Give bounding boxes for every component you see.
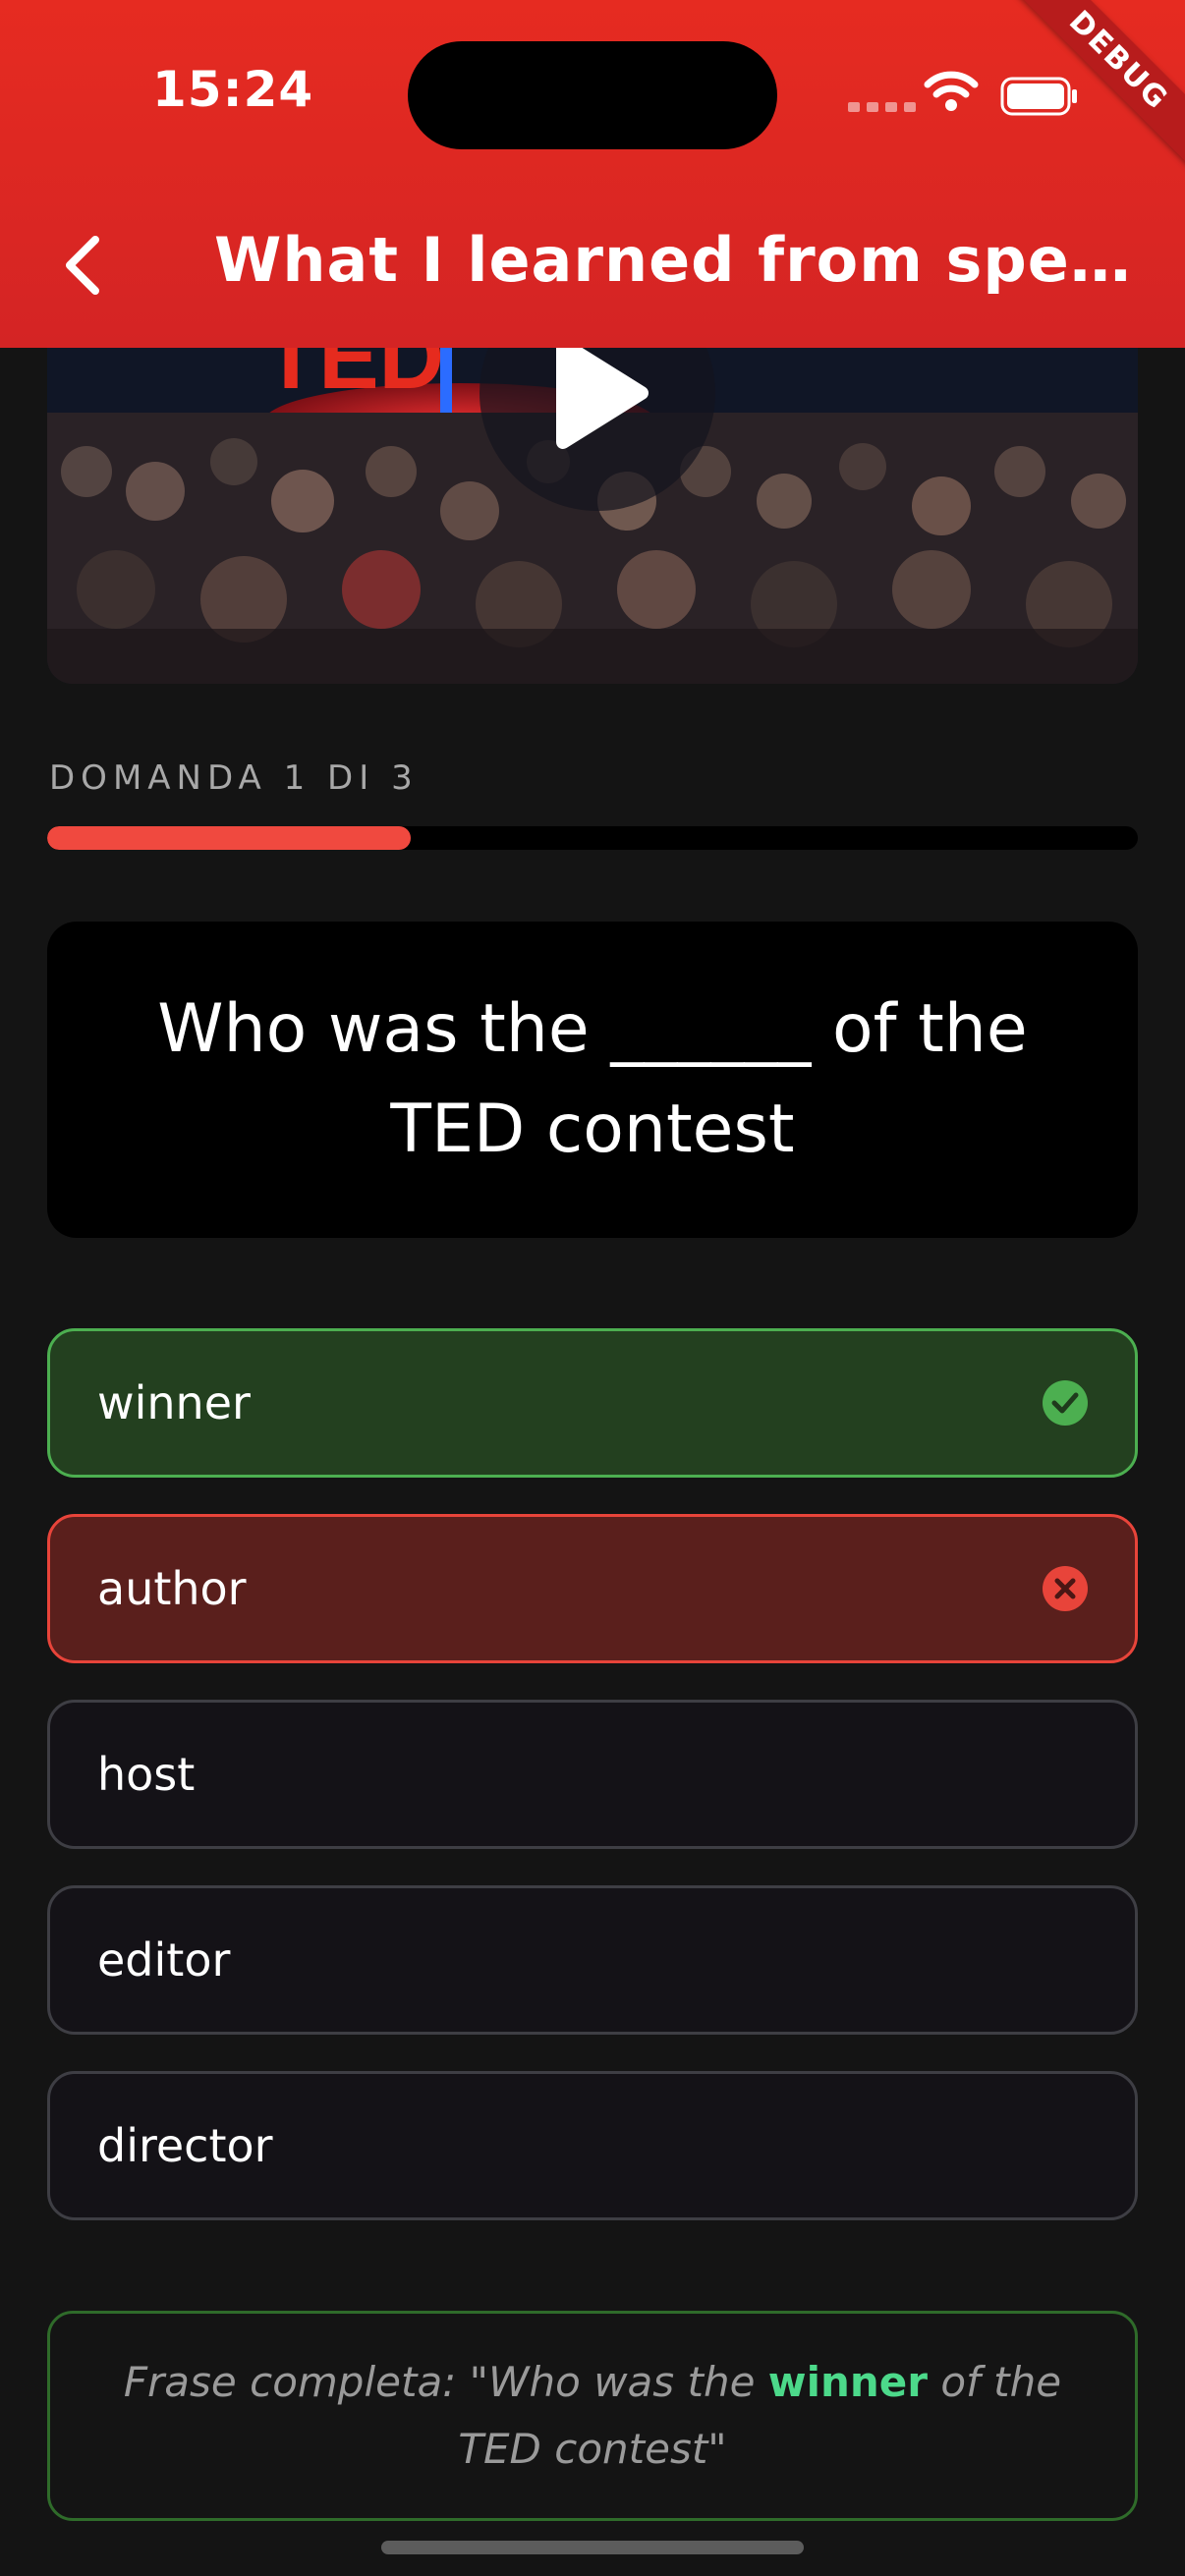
video-thumbnail[interactable]: TED [47,295,1138,684]
answer-option-label: winner [97,1376,251,1429]
complete-sentence: Frase completa: "Who was the winner of t… [50,2349,1135,2483]
question-text: Who was the ______ of the TED contest [157,990,1028,1168]
x-circle-icon [1043,1566,1088,1611]
home-indicator [381,2541,804,2554]
answer-option-label: host [97,1748,196,1801]
play-icon [556,337,649,449]
answer-option-host[interactable]: host [47,1700,1138,1849]
answer-option-author[interactable]: author [47,1514,1138,1663]
app-bar: 15:24 DEBUG What I learned from spen... [0,0,1185,348]
page-title: What I learned from spen... [214,224,1157,296]
cellular-signal-icon [848,102,916,112]
answer-option-label: director [97,2119,273,2172]
answer-option-editor[interactable]: editor [47,1885,1138,2035]
check-circle-icon [1043,1380,1088,1426]
dynamic-island [408,41,777,149]
correct-answer-highlight: winner [767,2358,928,2406]
answer-option-label: editor [97,1933,231,1987]
progress-bar [47,826,1138,850]
complete-sentence-prefix: Frase completa: "Who was the [123,2358,768,2406]
chevron-left-icon [66,236,99,295]
wifi-icon [924,71,979,111]
feedback-box: Frase completa: "Who was the winner of t… [47,2311,1138,2521]
answer-option-director[interactable]: director [47,2071,1138,2220]
back-button[interactable] [47,216,116,314]
answer-option-winner[interactable]: winner [47,1328,1138,1478]
battery-icon [1000,77,1077,116]
status-time: 15:24 [152,61,314,118]
question-card: Who was the ______ of the TED contest [47,922,1138,1238]
progress-bar-fill [47,826,411,850]
answer-option-label: author [97,1562,247,1615]
question-progress-label: DOMANDA 1 DI 3 [49,758,419,798]
